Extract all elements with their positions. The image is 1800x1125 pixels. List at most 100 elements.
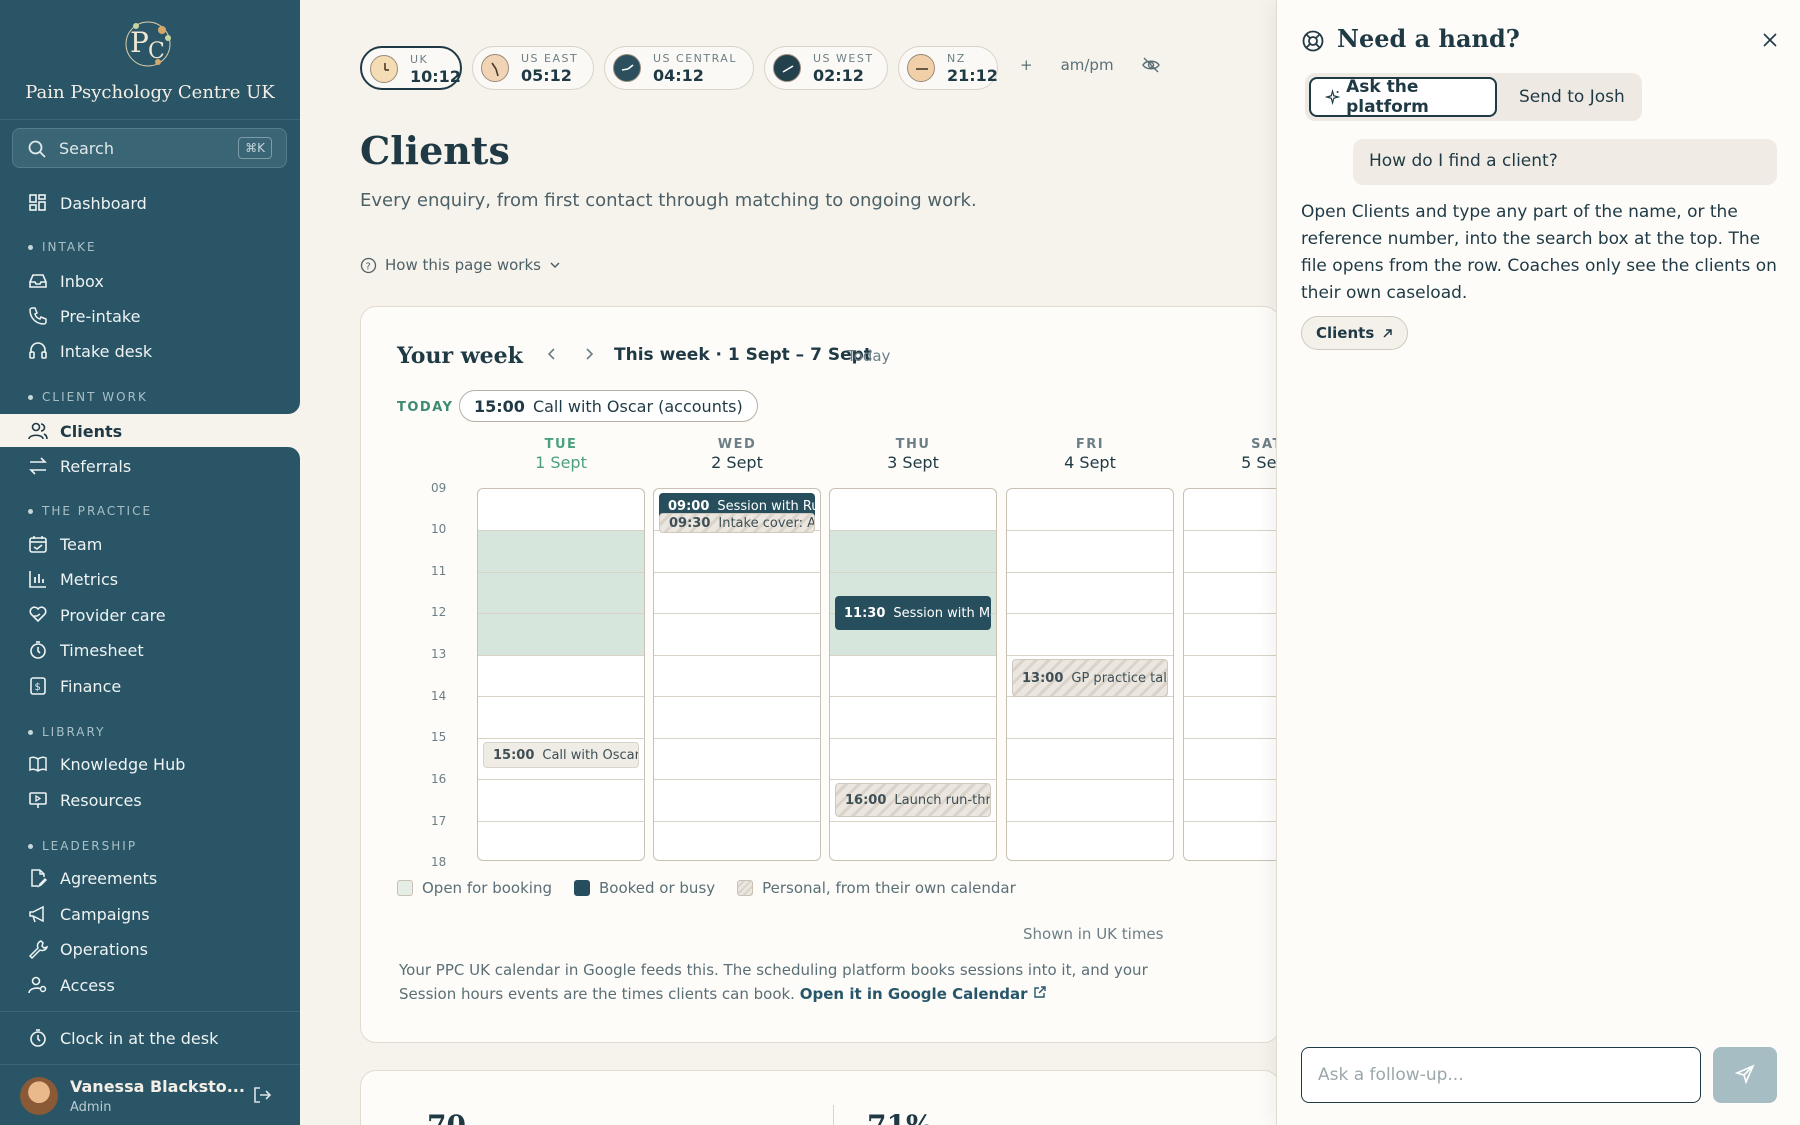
- legend-swatch: [573, 880, 590, 896]
- sidebar-item-finance[interactable]: $ Finance: [0, 670, 300, 702]
- search-icon: [28, 140, 46, 158]
- sidebar-item-metrics[interactable]: Metrics: [0, 563, 300, 595]
- event-title: Call with Oscar: [542, 747, 639, 763]
- clock-time: 21:12: [947, 66, 998, 85]
- sidebar-item-access[interactable]: Access: [0, 969, 300, 1001]
- clock-zone: US CENTRAL: [653, 52, 737, 65]
- clients-link-chip[interactable]: Clients: [1301, 316, 1409, 350]
- hour-line: [830, 779, 996, 780]
- sidebar-item-resources[interactable]: Resources: [0, 784, 300, 816]
- day-column-sat[interactable]: [1183, 488, 1279, 861]
- brand: P C Pain Psychology Centre UK: [0, 0, 300, 120]
- hour-line: [1007, 530, 1173, 531]
- clock-nz[interactable]: NZ 21:12: [898, 46, 998, 90]
- sidebar-item-agreements[interactable]: Agreements: [0, 862, 300, 894]
- sidebar-item-team[interactable]: Team: [0, 528, 300, 560]
- chevron-left-icon[interactable]: [545, 347, 559, 361]
- today-event-pill[interactable]: 15:00 Call with Oscar (accounts): [459, 390, 758, 422]
- calendar-footnote: Your PPC UK calendar in Google feeds thi…: [399, 958, 1159, 1006]
- tab-ask-platform[interactable]: Ask the platform: [1309, 77, 1497, 117]
- svg-text:$: $: [35, 682, 41, 693]
- clock-us-east[interactable]: US EAST 05:12: [472, 46, 594, 90]
- sidebar-item-operations[interactable]: Operations: [0, 933, 300, 965]
- clock-time: 02:12: [813, 66, 864, 85]
- clock-uk[interactable]: UK 10:12: [360, 46, 462, 90]
- sidebar-item-timesheet[interactable]: Timesheet: [0, 634, 300, 666]
- clock-us-central[interactable]: US CENTRAL 04:12: [604, 46, 754, 90]
- send-button[interactable]: [1713, 1047, 1777, 1103]
- user-name: Vanessa Blacksto...: [70, 1077, 245, 1096]
- hour-line: [830, 530, 996, 531]
- sidebar-item-campaigns[interactable]: Campaigns: [0, 898, 300, 930]
- calendar-event[interactable]: 15:00 Call with Oscar: [483, 742, 639, 768]
- calendar-event[interactable]: 09:30 Intake cover: A: [659, 513, 815, 533]
- calendar-event[interactable]: 11:30 Session with Ma: [835, 596, 991, 630]
- hour-label: 14: [431, 689, 447, 703]
- tab-label: Send to Josh: [1519, 87, 1625, 107]
- sidebar-item-label: Metrics: [60, 569, 119, 589]
- sidebar-item-label: Provider care: [60, 605, 166, 625]
- open-slot[interactable]: [830, 530, 996, 655]
- hour-line: [654, 572, 820, 573]
- clock-zone: US EAST: [521, 52, 579, 65]
- tab-send-to-josh[interactable]: Send to Josh: [1505, 77, 1639, 117]
- follow-up-input[interactable]: [1301, 1047, 1701, 1103]
- open-slot[interactable]: [478, 530, 644, 655]
- day-column-fri[interactable]: 13:00 GP practice talk: [1006, 488, 1174, 861]
- section-library: LIBRARY: [28, 725, 105, 739]
- hour-line: [654, 738, 820, 739]
- hour-line: [654, 655, 820, 656]
- today-button[interactable]: Today: [847, 347, 890, 365]
- sidebar-item-referrals[interactable]: Referrals: [0, 450, 300, 482]
- search-button[interactable]: Search ⌘K: [12, 128, 287, 168]
- hour-line: [1184, 655, 1279, 656]
- hour-line: [1007, 821, 1173, 822]
- stopwatch-icon: [30, 1029, 46, 1047]
- page-title: Clients: [360, 128, 510, 173]
- sidebar-item-clients[interactable]: Clients: [0, 415, 300, 447]
- sidebar-item-label: Resources: [60, 790, 142, 810]
- calendar-check-icon: [29, 536, 47, 553]
- add-clock-button[interactable]: +: [1020, 56, 1033, 74]
- hour-line: [1184, 738, 1279, 739]
- day-column-wed[interactable]: 09:00 Session with Ru 09:30 Intake cover…: [653, 488, 821, 861]
- day-date: 5 Sept: [1241, 453, 1279, 472]
- sparkle-icon: [1325, 88, 1341, 106]
- calendar-event[interactable]: 16:00 Launch run-thr: [835, 783, 991, 817]
- day-date: 1 Sept: [535, 453, 587, 472]
- event-title: Session with Ru: [717, 499, 815, 514]
- ampm-toggle[interactable]: am/pm: [1061, 56, 1114, 74]
- calendar-event[interactable]: 13:00 GP practice talk: [1012, 659, 1168, 697]
- sidebar-item-knowledge-hub[interactable]: Knowledge Hub: [0, 748, 300, 780]
- sidebar-item-provider-care[interactable]: Provider care: [0, 599, 300, 631]
- user-profile[interactable]: Vanessa Blacksto... Admin: [0, 1064, 300, 1125]
- day-date: 3 Sept: [887, 453, 939, 472]
- sidebar-item-label: Dashboard: [60, 193, 147, 213]
- legend-swatch: [737, 880, 754, 896]
- sidebar-item-intake-desk[interactable]: Intake desk: [0, 335, 300, 367]
- hour-label: 10: [431, 522, 447, 536]
- arrow-up-right-icon: [1383, 328, 1392, 338]
- assistant-answer: Open Clients and type any part of the na…: [1301, 202, 1777, 303]
- clock-us-west[interactable]: US WEST 02:12: [764, 46, 888, 90]
- sidebar-item-pre-intake[interactable]: Pre-intake: [0, 300, 300, 332]
- logout-icon[interactable]: [252, 1085, 272, 1105]
- legend-label: Open for booking: [422, 879, 552, 897]
- sidebar-item-inbox[interactable]: Inbox: [0, 265, 300, 297]
- hour-line: [1007, 613, 1173, 614]
- close-icon[interactable]: [1762, 32, 1778, 48]
- stats-card: 70 71%: [360, 1070, 1280, 1125]
- day-column-thu[interactable]: 11:30 Session with Ma 16:00 Launch run-t…: [829, 488, 997, 861]
- stat-value: 71%: [867, 1109, 933, 1125]
- heart-hand-icon: [29, 606, 47, 623]
- chevron-right-icon[interactable]: [582, 347, 596, 361]
- clock-face-icon: [773, 54, 801, 82]
- day-column-tue[interactable]: 15:00 Call with Oscar: [477, 488, 645, 861]
- sidebar-item-dashboard[interactable]: Dashboard: [0, 187, 300, 219]
- eye-off-icon[interactable]: [1141, 56, 1160, 74]
- how-page-works-toggle[interactable]: ? How this page works: [360, 256, 561, 274]
- event-time: 09:00: [668, 499, 710, 514]
- google-calendar-link[interactable]: Open it in Google Calendar: [800, 985, 1046, 1003]
- clock-in-button[interactable]: Clock in at the desk: [0, 1022, 300, 1054]
- org-logo-icon: P C: [125, 21, 171, 67]
